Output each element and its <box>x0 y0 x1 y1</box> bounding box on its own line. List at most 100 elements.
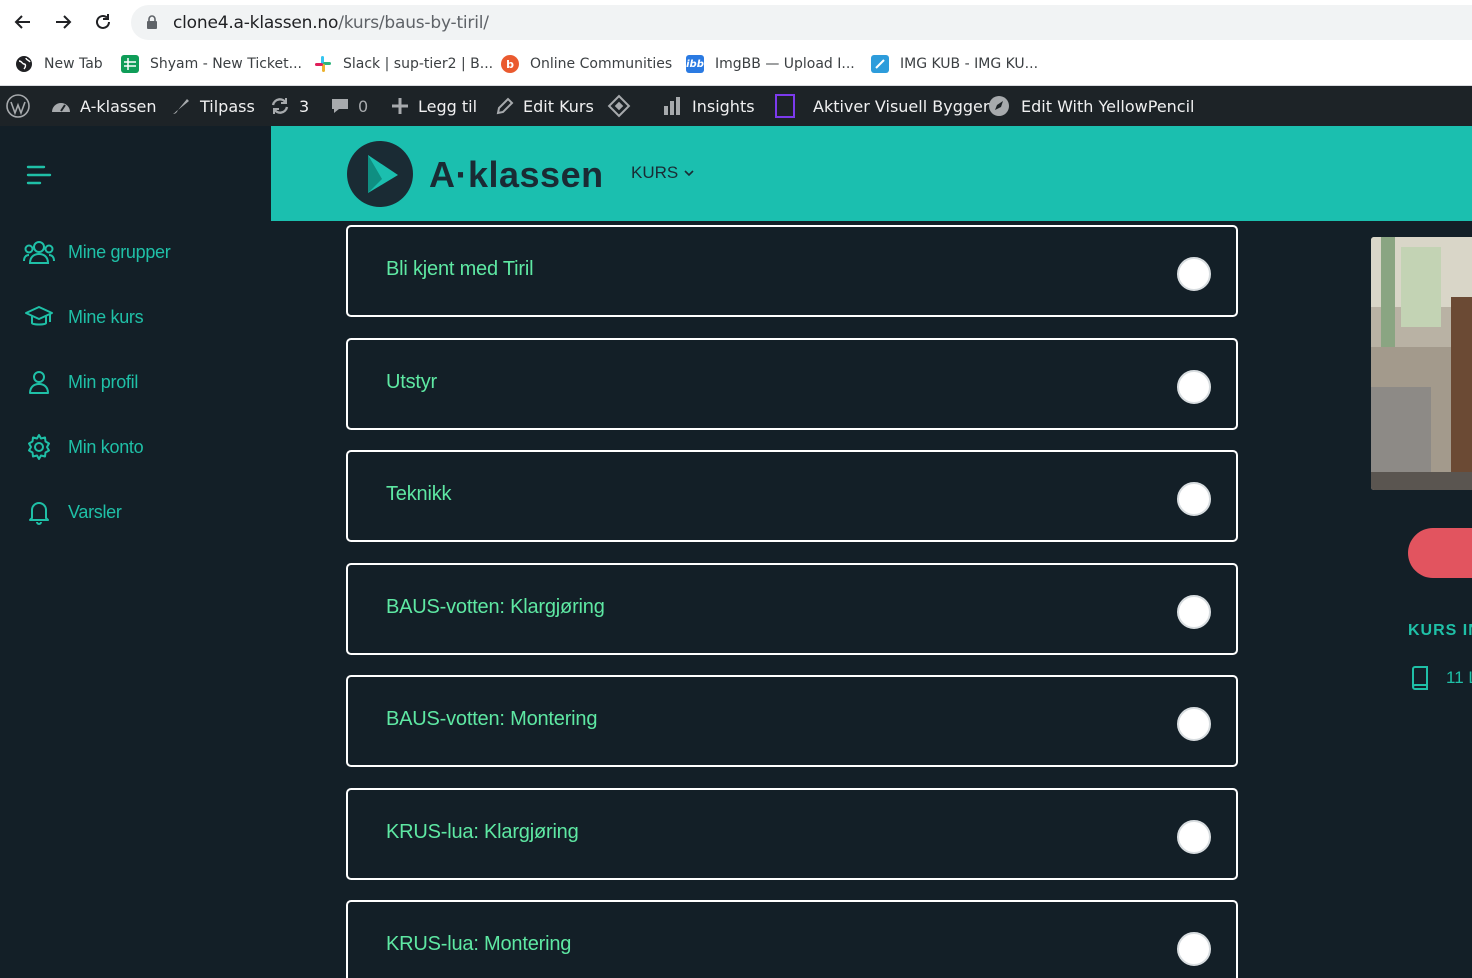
bookmark-imgbb[interactable]: ibb ImgBB — Upload I... <box>686 53 855 75</box>
site-header: A·klassen KURS <box>271 126 1472 221</box>
sidebar-item-label: Mine kurs <box>68 306 144 327</box>
enroll-button[interactable] <box>1408 528 1472 578</box>
url-text: clone4.a-klassen.no/kurs/baus-by-tiril/ <box>173 13 489 33</box>
sidebar-item-mine-grupper[interactable]: Mine grupper <box>22 237 171 267</box>
reload-button[interactable] <box>89 8 117 36</box>
sidebar-item-label: Min profil <box>68 371 139 392</box>
reload-icon <box>96 14 110 29</box>
sidebar-item-label: Varsler <box>68 501 122 522</box>
bookmark-slack[interactable]: Slack | sup-tier2 | B... <box>314 53 493 75</box>
update-icon <box>269 96 291 116</box>
sidebar-item-label: Min konto <box>68 436 144 457</box>
sidebar-item-label: Mine grupper <box>68 241 171 262</box>
kurs-menu-dropdown[interactable]: KURS <box>631 163 694 183</box>
wp-yellowpencil-link[interactable]: Edit With YellowPencil <box>988 86 1195 126</box>
lesson-status-circle[interactable] <box>1177 707 1211 741</box>
bell-icon <box>22 499 56 525</box>
new-label: Legg til <box>418 96 478 116</box>
lock-icon <box>147 15 157 29</box>
address-bar[interactable]: clone4.a-klassen.no/kurs/baus-by-tiril/ <box>131 5 1472 40</box>
brush-icon <box>170 96 192 116</box>
wp-new-link[interactable]: Legg til <box>390 86 477 126</box>
wp-insights-link[interactable]: Insights <box>662 86 755 126</box>
forward-arrow-icon <box>56 15 72 29</box>
lesson-title: Bli kjent med Tiril <box>386 258 534 280</box>
lesson-item[interactable]: KRUS-lua: Montering <box>346 900 1238 978</box>
wp-diamond-link[interactable] <box>606 86 640 126</box>
plus-icon <box>390 96 410 116</box>
lesson-count-text: 11 L <box>1446 668 1472 687</box>
lesson-item[interactable]: BAUS-votten: Klargjøring <box>346 563 1238 655</box>
bookmark-shyam[interactable]: Shyam - New Ticket... <box>121 53 302 75</box>
browser-toolbar: clone4.a-klassen.no/kurs/baus-by-tiril/ <box>0 0 1472 44</box>
course-image <box>1371 237 1472 490</box>
menu-toggle-button[interactable] <box>26 164 52 186</box>
wp-visual-builder-link[interactable]: Aktiver Visuell Bygger <box>775 86 989 126</box>
book-icon <box>1410 666 1430 690</box>
lesson-status-circle[interactable] <box>1177 482 1211 516</box>
bookmark-label: Slack | sup-tier2 | B... <box>343 56 494 72</box>
gear-icon <box>22 433 56 461</box>
site-name: A-klassen <box>80 96 157 116</box>
pencil-icon <box>495 96 515 116</box>
insights-label: Insights <box>692 96 755 116</box>
back-button[interactable] <box>9 8 37 36</box>
bookmark-online-communities[interactable]: b Online Communities <box>501 53 672 75</box>
forward-button[interactable] <box>49 8 77 36</box>
communities-icon: b <box>501 55 519 73</box>
lesson-item[interactable]: KRUS-lua: Klargjøring <box>346 788 1238 880</box>
lesson-title: Teknikk <box>386 483 452 505</box>
lesson-item[interactable]: Bli kjent med Tiril <box>346 225 1238 317</box>
bookmark-imgkub[interactable]: IMG KUB - IMG KU... <box>871 53 1038 75</box>
wp-logo-button[interactable] <box>6 86 30 126</box>
lesson-status-circle[interactable] <box>1177 257 1211 291</box>
kurs-menu-label: KURS <box>631 163 679 182</box>
lesson-status-circle[interactable] <box>1177 820 1211 854</box>
bookmark-label: Shyam - New Ticket... <box>150 56 302 72</box>
lesson-title: KRUS-lua: Montering <box>386 933 572 955</box>
yellowpencil-label: Edit With YellowPencil <box>1021 96 1195 116</box>
wp-comments-link[interactable]: 0 <box>330 86 368 126</box>
back-arrow-icon <box>14 15 30 29</box>
chevron-down-icon <box>684 170 694 177</box>
bookmarks-bar: New Tab Shyam - New Ticket... Slack | su… <box>0 44 1472 86</box>
wp-site-link[interactable]: A-klassen <box>50 86 157 126</box>
lesson-count: 11 L <box>1410 666 1472 690</box>
user-icon <box>22 369 56 395</box>
bookmark-label: New Tab <box>44 56 103 72</box>
customize-label: Tilpass <box>200 96 255 116</box>
edit-label: Edit Kurs <box>523 96 594 116</box>
bar-chart-icon <box>662 96 684 116</box>
sidebar-item-min-profil[interactable]: Min profil <box>22 367 138 397</box>
comment-icon <box>330 96 350 116</box>
lesson-item[interactable]: Teknikk <box>346 450 1238 542</box>
wp-customize-link[interactable]: Tilpass <box>170 86 255 126</box>
lesson-status-circle[interactable] <box>1177 370 1211 404</box>
logo-icon[interactable] <box>346 141 414 207</box>
users-icon <box>22 239 56 265</box>
lesson-status-circle[interactable] <box>1177 595 1211 629</box>
bookmark-label: ImgBB — Upload I... <box>715 56 855 72</box>
hamburger-icon <box>26 165 52 185</box>
logo-text[interactable]: A·klassen <box>429 154 604 196</box>
dashboard-icon <box>50 96 72 116</box>
sidebar-item-varsler[interactable]: Varsler <box>22 497 122 527</box>
bookmark-label: IMG KUB - IMG KU... <box>900 56 1039 72</box>
lesson-title: Utstyr <box>386 371 438 393</box>
sidebar-item-min-konto[interactable]: Min konto <box>22 432 144 462</box>
bookmark-new-tab[interactable]: New Tab <box>15 53 103 75</box>
wp-admin-bar: A-klassen Tilpass 3 0 Legg til Edit Kurs… <box>0 86 1472 126</box>
lesson-status-circle[interactable] <box>1177 932 1211 966</box>
wp-edit-link[interactable]: Edit Kurs <box>495 86 594 126</box>
lesson-item[interactable]: BAUS-votten: Montering <box>346 675 1238 767</box>
graduation-cap-icon <box>22 304 56 330</box>
slack-icon <box>314 55 332 73</box>
imgbb-icon: ibb <box>686 55 704 73</box>
wp-updates-link[interactable]: 3 <box>269 86 309 126</box>
bookmark-label: Online Communities <box>530 56 673 72</box>
comments-count: 0 <box>358 96 369 116</box>
sidebar-item-mine-kurs[interactable]: Mine kurs <box>22 302 144 332</box>
lesson-item[interactable]: Utstyr <box>346 338 1238 430</box>
course-info-heading: KURS IN <box>1408 622 1472 639</box>
lesson-title: BAUS-votten: Klargjøring <box>386 596 605 618</box>
